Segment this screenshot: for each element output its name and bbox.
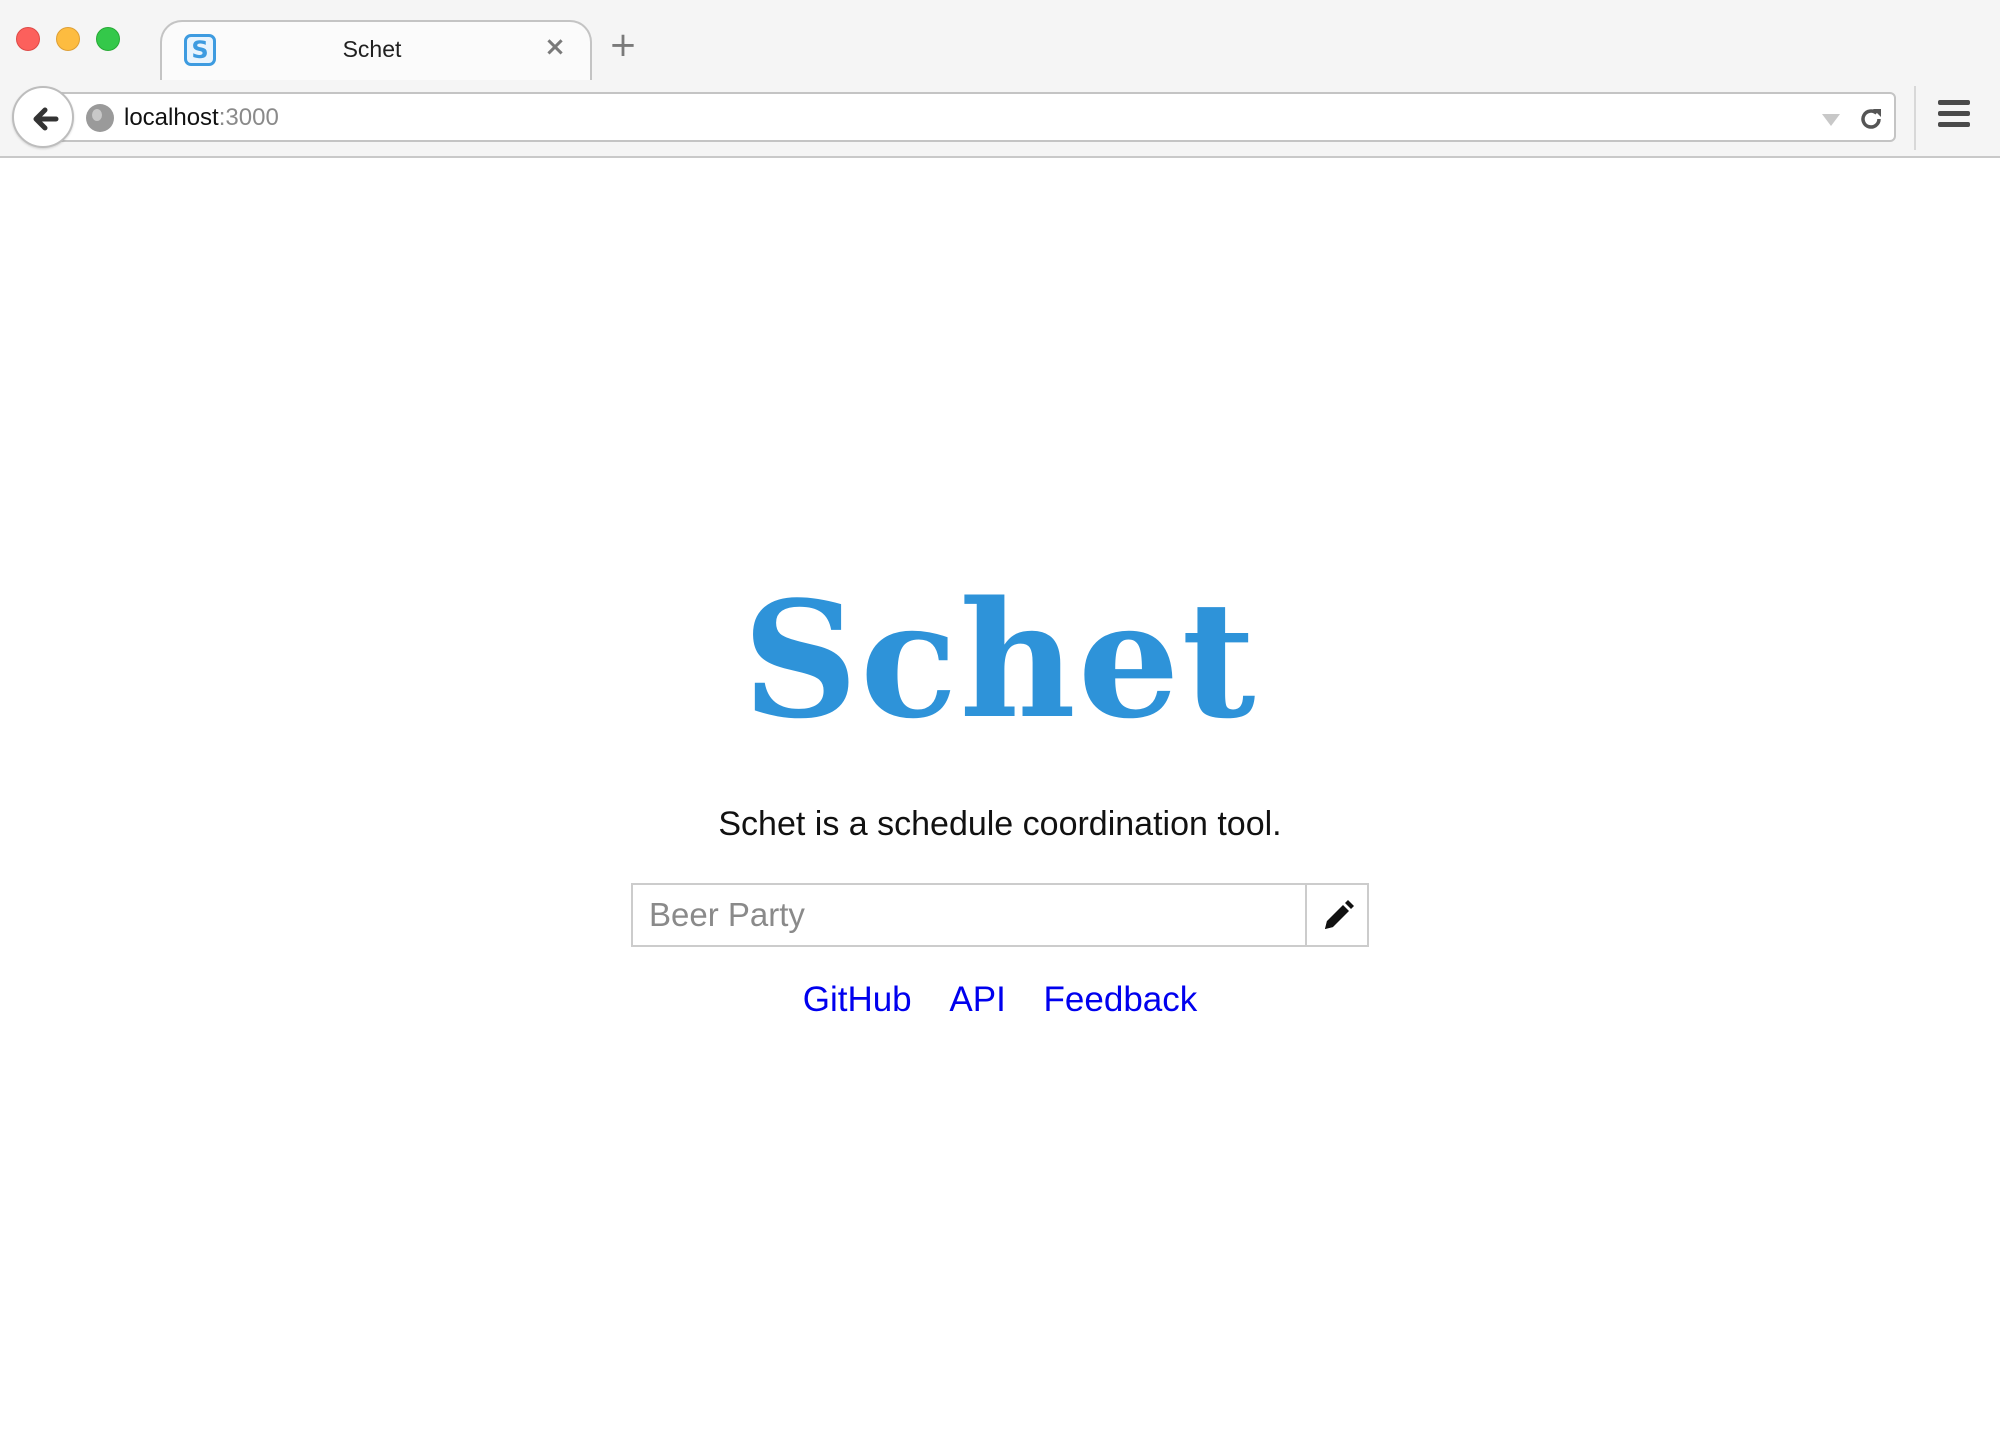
event-title-input[interactable] (633, 885, 1305, 945)
reload-icon[interactable] (1856, 104, 1886, 134)
new-tab-button[interactable]: + (608, 28, 638, 62)
tagline: Schet is a schedule coordination tool. (718, 805, 1282, 843)
tab-title: Schet (342, 36, 402, 62)
pencil-icon (1325, 900, 1354, 929)
window-minimize-button[interactable] (56, 27, 80, 51)
page-content: Schet Schet is a schedule coordination t… (0, 160, 2000, 1454)
schet-logo: Schet (742, 566, 1258, 754)
back-button[interactable] (12, 86, 74, 148)
create-event-form (631, 883, 1369, 947)
create-event-button[interactable] (1305, 885, 1367, 945)
globe-icon (86, 104, 114, 132)
hamburger-menu-icon[interactable] (1938, 100, 1974, 134)
history-dropdown-icon[interactable] (1822, 114, 1840, 126)
window-close-button[interactable] (16, 27, 40, 51)
toolbar-separator (1914, 86, 1916, 150)
favicon-icon: S (184, 34, 216, 66)
url-host: localhost (124, 104, 219, 131)
window-maximize-button[interactable] (96, 27, 120, 51)
tab-schet[interactable]: S Schet × (160, 20, 592, 80)
url-port: :3000 (218, 104, 279, 131)
api-link[interactable]: API (949, 980, 1005, 1019)
navigation-bar: localhost:3000 (0, 80, 2000, 156)
github-link[interactable]: GitHub (803, 980, 912, 1019)
address-bar[interactable]: localhost:3000 (48, 92, 1896, 142)
url-text[interactable]: localhost:3000 (124, 104, 279, 132)
tab-strip: S Schet × + (0, 0, 2000, 80)
tab-close-icon[interactable]: × (540, 32, 570, 62)
footer-links: GitHub API Feedback (0, 980, 2000, 1020)
browser-chrome: S Schet × + localhost:3000 (0, 0, 2000, 158)
back-arrow-icon (33, 107, 59, 131)
feedback-link[interactable]: Feedback (1044, 980, 1198, 1019)
